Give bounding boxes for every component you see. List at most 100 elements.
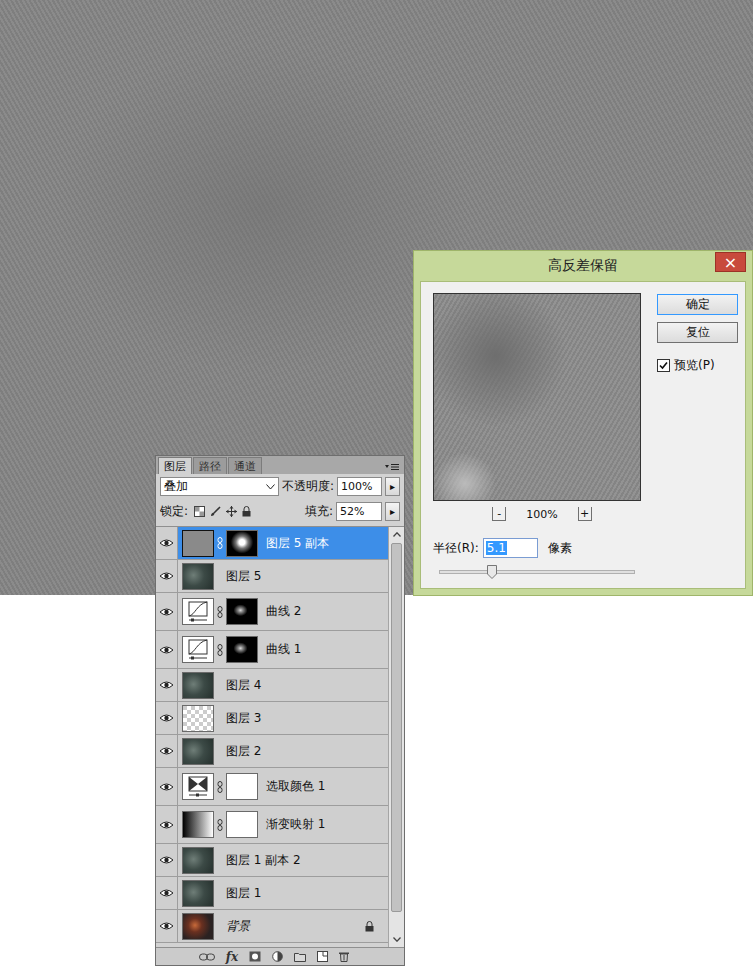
lock-move-icon[interactable] (226, 506, 237, 517)
visibility-toggle[interactable] (156, 910, 178, 942)
layer-mask[interactable] (226, 811, 258, 838)
trash-icon[interactable] (339, 951, 349, 962)
opacity-label: 不透明度: (282, 478, 334, 495)
visibility-toggle[interactable] (156, 768, 178, 805)
link-icon (217, 606, 223, 618)
visibility-toggle[interactable] (156, 877, 178, 909)
fill-arrow[interactable]: ▸ (385, 502, 400, 521)
layer-row[interactable]: 图层 3 (156, 702, 388, 735)
close-button[interactable]: × (715, 252, 746, 272)
visibility-toggle[interactable] (156, 631, 178, 668)
menu-icon[interactable] (385, 463, 399, 471)
layer-mask[interactable] (226, 636, 258, 663)
eye-icon[interactable] (159, 713, 174, 723)
dialog-title: 高反差保留 (548, 257, 618, 275)
visibility-toggle[interactable] (156, 560, 178, 592)
eye-icon[interactable] (159, 680, 174, 690)
layer-row[interactable]: 图层 5 (156, 560, 388, 593)
arrow-down-icon[interactable] (393, 937, 401, 942)
layer-thumbnail (182, 563, 214, 590)
visibility-toggle[interactable] (156, 593, 178, 630)
adjustment-icon[interactable] (272, 951, 283, 962)
layer-row[interactable]: 图层 2 (156, 735, 388, 768)
panel-tab[interactable]: 路径 (193, 457, 227, 474)
folder-icon[interactable] (294, 952, 306, 962)
preview-checkbox[interactable]: 预览(P) (657, 357, 738, 374)
preview-image[interactable] (433, 293, 641, 501)
visibility-toggle[interactable] (156, 702, 178, 734)
layer-name: 图层 5 副本 (266, 535, 388, 552)
link-layers-icon[interactable] (199, 953, 215, 961)
visibility-toggle[interactable] (156, 735, 178, 767)
lock-transparency-icon[interactable] (194, 506, 205, 517)
visibility-toggle[interactable] (156, 806, 178, 843)
opacity-input[interactable]: 100% (337, 477, 382, 496)
checkbox[interactable] (657, 359, 670, 372)
zoom-row: -100%+ (433, 507, 641, 521)
scrollbar[interactable] (388, 527, 404, 947)
layer-mask[interactable] (226, 598, 258, 625)
visibility-toggle[interactable] (156, 669, 178, 701)
panel-tab[interactable]: 图层 (158, 457, 192, 474)
layer-list: 图层 5 副本图层 5 曲线 2 曲线 1 图层 4 图层 3图层 2选取颜色 1 渐变映… (156, 526, 404, 947)
panel-tab[interactable]: 通道 (228, 457, 262, 474)
zoom-in-button[interactable]: + (578, 507, 592, 521)
eye-icon[interactable] (159, 571, 174, 581)
eye-icon[interactable] (159, 645, 174, 655)
eye-icon[interactable] (159, 820, 174, 830)
layer-mask[interactable] (226, 530, 258, 557)
slider-thumb[interactable] (487, 565, 497, 579)
eye-icon[interactable] (159, 921, 174, 931)
eye-icon[interactable] (159, 607, 174, 617)
slider-thumb-icon[interactable] (487, 565, 497, 579)
eye-icon[interactable] (159, 855, 174, 865)
layer-name: 图层 4 (226, 677, 388, 694)
lock-brush-icon[interactable] (210, 506, 221, 517)
curves-icon (185, 601, 211, 623)
layer-row[interactable]: 图层 1 (156, 877, 388, 910)
arrow-up-icon[interactable] (393, 532, 401, 537)
lock-row: 锁定:填充:52%▸ (156, 499, 404, 524)
layer-row[interactable]: 渐变映射 1 (156, 806, 388, 844)
radius-row: 半径(R):5.1像素 (433, 538, 641, 558)
layer-row[interactable]: 曲线 1 (156, 631, 388, 669)
radius-slider[interactable] (439, 570, 635, 574)
dialog-body: -100%+ 半径(R):5.1像素 确定复位预览(P) (420, 281, 746, 589)
scroll-down[interactable] (389, 932, 404, 947)
layer-thumbnail (182, 705, 214, 732)
fill-input[interactable]: 52% (336, 502, 382, 521)
visibility-toggle[interactable] (156, 844, 178, 876)
layer-name: 渐变映射 1 (266, 816, 388, 833)
chevron-down-icon (266, 484, 275, 490)
eye-icon[interactable] (159, 782, 174, 792)
layer-mask[interactable] (226, 773, 258, 800)
link-icon (217, 644, 223, 656)
layer-row[interactable]: 曲线 2 (156, 593, 388, 631)
layer-name: 曲线 2 (266, 603, 388, 620)
layer-row[interactable]: 背景 (156, 910, 388, 943)
layer-row[interactable]: 图层 4 (156, 669, 388, 702)
eye-icon[interactable] (159, 888, 174, 898)
eye-icon[interactable] (159, 538, 174, 548)
layer-row[interactable]: 图层 1 副本 2 (156, 844, 388, 877)
fx-button[interactable]: fx (226, 950, 238, 964)
zoom-out-button[interactable]: - (492, 507, 506, 521)
layer-thumbnail (182, 773, 214, 800)
layer-row[interactable]: 图层 5 副本 (156, 527, 388, 560)
new-layer-icon[interactable] (317, 951, 328, 962)
dialog-button[interactable]: 确定 (657, 294, 738, 315)
scroll-thumb[interactable] (391, 543, 402, 912)
opacity-arrow[interactable]: ▸ (385, 477, 400, 496)
visibility-toggle[interactable] (156, 527, 178, 559)
add-mask-icon[interactable] (249, 951, 261, 962)
link-icon (217, 819, 223, 831)
layer-lock-icon (365, 921, 374, 932)
check-icon (659, 361, 668, 370)
scroll-up[interactable] (389, 527, 404, 542)
panel-menu-button[interactable] (382, 463, 402, 474)
layer-row[interactable]: 选取颜色 1 (156, 768, 388, 806)
radius-input[interactable]: 5.1 (483, 538, 538, 558)
eye-icon[interactable] (159, 746, 174, 756)
dialog-button[interactable]: 复位 (657, 322, 738, 343)
blend-mode-select[interactable]: 叠加 (160, 477, 279, 496)
